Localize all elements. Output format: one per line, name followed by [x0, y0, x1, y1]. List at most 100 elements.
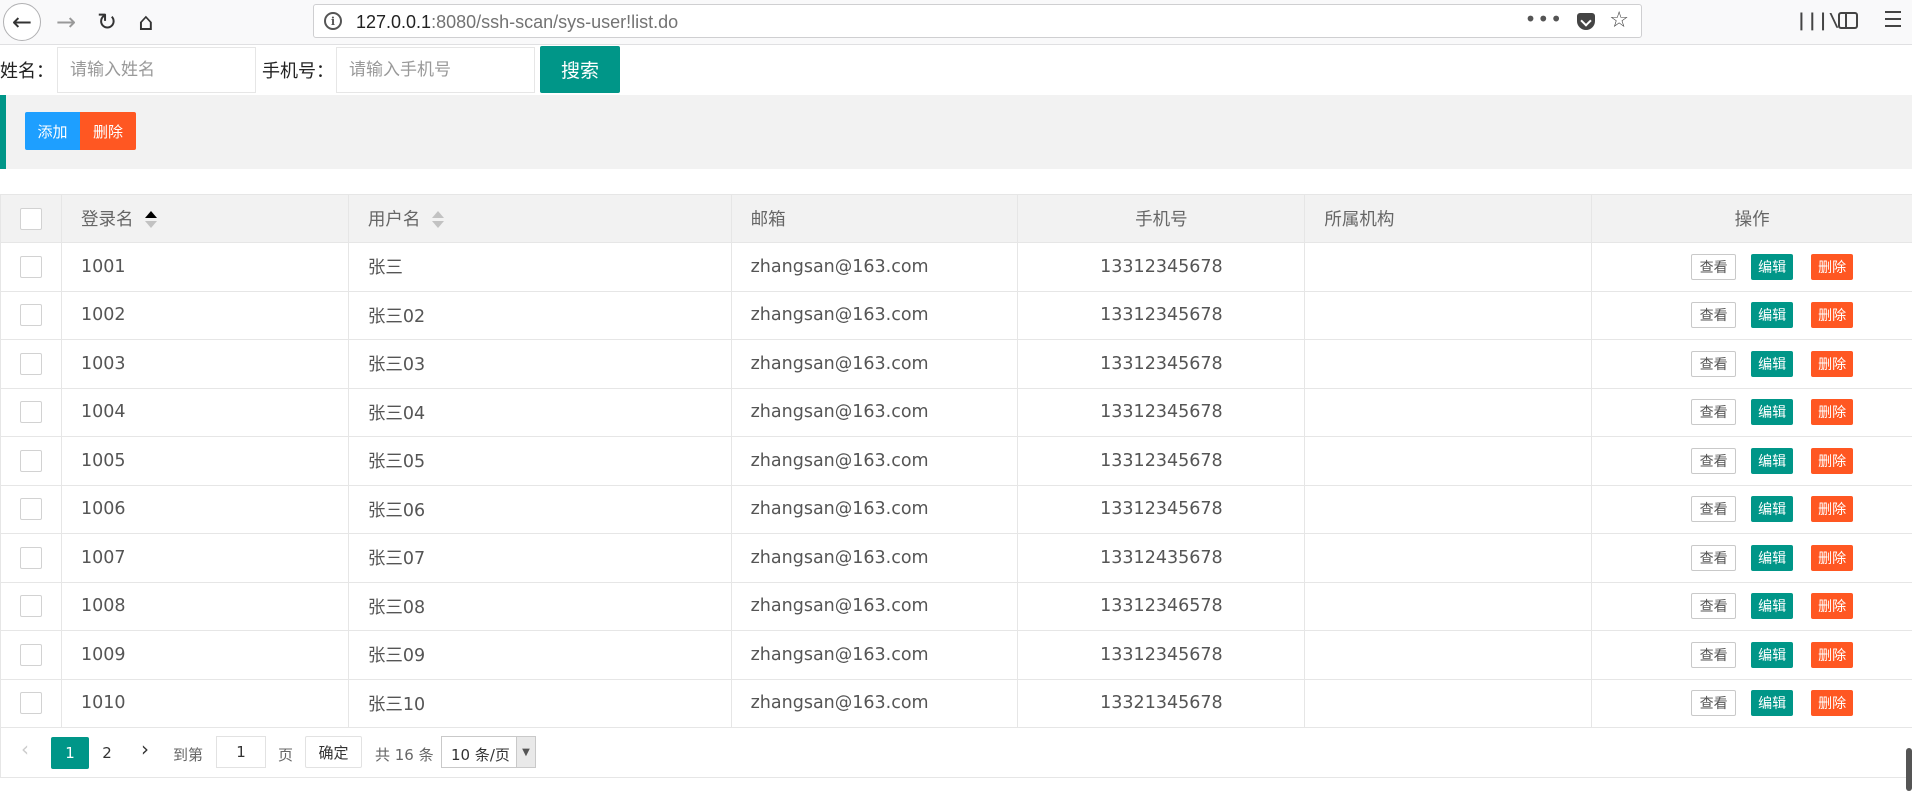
view-button[interactable]: 查看	[1691, 544, 1737, 571]
row-checkbox-cell	[1, 437, 62, 485]
pocket-icon[interactable]	[1577, 13, 1595, 30]
row-checkbox-cell	[1, 485, 62, 533]
goto-page-input[interactable]: 1	[216, 736, 266, 768]
delete-button[interactable]: 删除	[1811, 399, 1854, 426]
row-checkbox[interactable]	[19, 304, 42, 327]
row-checkbox[interactable]	[19, 692, 42, 715]
page-size-select[interactable]: 10 条/页 ▼	[441, 736, 536, 768]
cell-login: 1005	[62, 437, 349, 485]
chevron-down-icon[interactable]: ▼	[516, 737, 535, 767]
phone-input[interactable]: 请输入手机号	[336, 47, 535, 93]
edit-button[interactable]: 编辑	[1751, 253, 1794, 280]
delete-button[interactable]: 删除	[1811, 496, 1854, 523]
cell-email: zhangsan@163.com	[732, 582, 1019, 630]
cell-phone: 13312345678	[1018, 631, 1306, 679]
name-input[interactable]: 请输入姓名	[57, 47, 256, 93]
row-checkbox-cell	[1, 291, 62, 339]
search-button[interactable]: 搜索	[540, 46, 620, 93]
header-username-label: 用户名	[367, 210, 421, 230]
cell-org	[1305, 534, 1593, 582]
view-button[interactable]: 查看	[1691, 350, 1737, 377]
header-org: 所属机构	[1305, 195, 1593, 242]
row-checkbox[interactable]	[19, 449, 42, 472]
edit-button[interactable]: 编辑	[1751, 690, 1794, 717]
cell-actions: 查看 编辑 删除	[1592, 583, 1912, 631]
edit-button[interactable]: 编辑	[1751, 399, 1794, 426]
edit-button[interactable]: 编辑	[1751, 593, 1794, 620]
scrollbar-thumb[interactable]	[1906, 748, 1912, 791]
cell-login: 1004	[62, 388, 349, 436]
reload-icon[interactable]: ↻	[88, 3, 126, 41]
edit-button[interactable]: 编辑	[1751, 302, 1794, 329]
sort-icon[interactable]	[432, 210, 445, 228]
delete-button[interactable]: 删除	[1811, 253, 1854, 280]
bookmark-star-icon[interactable]: ☆	[1609, 8, 1629, 33]
home-icon[interactable]: ⌂	[127, 3, 165, 41]
cell-login: 1008	[62, 582, 349, 630]
prev-page-icon[interactable]: ‹	[21, 737, 29, 761]
sort-icon[interactable]	[145, 210, 158, 228]
view-button[interactable]: 查看	[1691, 302, 1737, 329]
library-icon[interactable]: |||\	[1796, 10, 1839, 31]
info-icon[interactable]: i	[324, 12, 342, 30]
delete-button[interactable]: 删除	[1811, 690, 1854, 717]
page-1-button[interactable]: 1	[51, 737, 89, 769]
edit-button[interactable]: 编辑	[1751, 544, 1794, 571]
cell-login: 1006	[62, 485, 349, 533]
row-checkbox-cell	[1, 388, 62, 436]
menu-icon[interactable]	[1885, 11, 1901, 27]
next-page-icon[interactable]: ›	[141, 737, 149, 761]
row-checkbox[interactable]	[19, 255, 42, 278]
delete-button[interactable]: 删除	[1811, 447, 1854, 474]
row-checkbox[interactable]	[19, 401, 42, 424]
page-actions-icon[interactable]: •••	[1525, 7, 1563, 31]
delete-button[interactable]: 删除	[1811, 302, 1854, 329]
edit-button[interactable]: 编辑	[1751, 350, 1794, 377]
cell-email: zhangsan@163.com	[732, 291, 1019, 339]
row-checkbox[interactable]	[19, 546, 42, 569]
add-button[interactable]: 添加	[25, 112, 80, 150]
table-row: 1004 张三04 zhangsan@163.com 13312345678 查看 编辑删…	[1, 388, 1912, 437]
view-button[interactable]: 查看	[1691, 496, 1737, 523]
cell-phone: 13312345678	[1018, 388, 1306, 436]
cell-email: zhangsan@163.com	[732, 388, 1019, 436]
forward-arrow-icon[interactable]: →	[47, 3, 85, 41]
cell-username: 张三05	[349, 437, 732, 485]
delete-button[interactable]: 删除	[1811, 641, 1854, 668]
edit-button[interactable]: 编辑	[1751, 447, 1794, 474]
view-button[interactable]: 查看	[1691, 690, 1737, 717]
address-bar[interactable]: i 127.0.0.1:8080/ssh-scan/sys-user!list.…	[313, 4, 1642, 38]
table-row: 1009 张三09 zhangsan@163.com 13312345678 查看 编辑删…	[1, 631, 1912, 680]
row-checkbox[interactable]	[19, 643, 42, 666]
view-button[interactable]: 查看	[1691, 593, 1737, 620]
pagination: ‹ 1 2 › 到第 1 页 确定 共 16 条 10 条/页 ▼	[0, 728, 1912, 778]
view-button[interactable]: 查看	[1691, 253, 1737, 280]
edit-button[interactable]: 编辑	[1751, 496, 1794, 523]
header-login-label: 登录名	[80, 210, 134, 230]
url-text[interactable]: 127.0.0.1:8080/ssh-scan/sys-user!list.do	[356, 12, 678, 33]
view-button[interactable]: 查看	[1691, 641, 1737, 668]
cell-phone: 13312345678	[1018, 243, 1306, 291]
back-arrow-icon[interactable]: ←	[3, 3, 41, 41]
view-button[interactable]: 查看	[1691, 399, 1737, 426]
view-button[interactable]: 查看	[1691, 447, 1737, 474]
goto-confirm-button[interactable]: 确定	[305, 736, 362, 768]
sidebar-icon[interactable]	[1838, 12, 1858, 29]
cell-email: zhangsan@163.com	[732, 243, 1019, 291]
cell-email: zhangsan@163.com	[732, 485, 1019, 533]
delete-button[interactable]: 删除	[1811, 593, 1854, 620]
header-login[interactable]: 登录名	[62, 195, 349, 242]
edit-button[interactable]: 编辑	[1751, 641, 1794, 668]
row-checkbox[interactable]	[19, 352, 42, 375]
select-all-checkbox[interactable]	[19, 207, 42, 230]
cell-username: 张三	[349, 243, 732, 291]
cell-phone: 13321345678	[1018, 679, 1306, 727]
page-2-button[interactable]: 2	[88, 737, 126, 769]
batch-delete-button[interactable]: 删除	[80, 112, 136, 150]
row-checkbox[interactable]	[19, 595, 42, 618]
phone-label: 手机号：	[262, 61, 334, 82]
delete-button[interactable]: 删除	[1811, 350, 1854, 377]
row-checkbox[interactable]	[19, 498, 42, 521]
delete-button[interactable]: 删除	[1811, 544, 1854, 571]
header-username[interactable]: 用户名	[349, 195, 732, 242]
